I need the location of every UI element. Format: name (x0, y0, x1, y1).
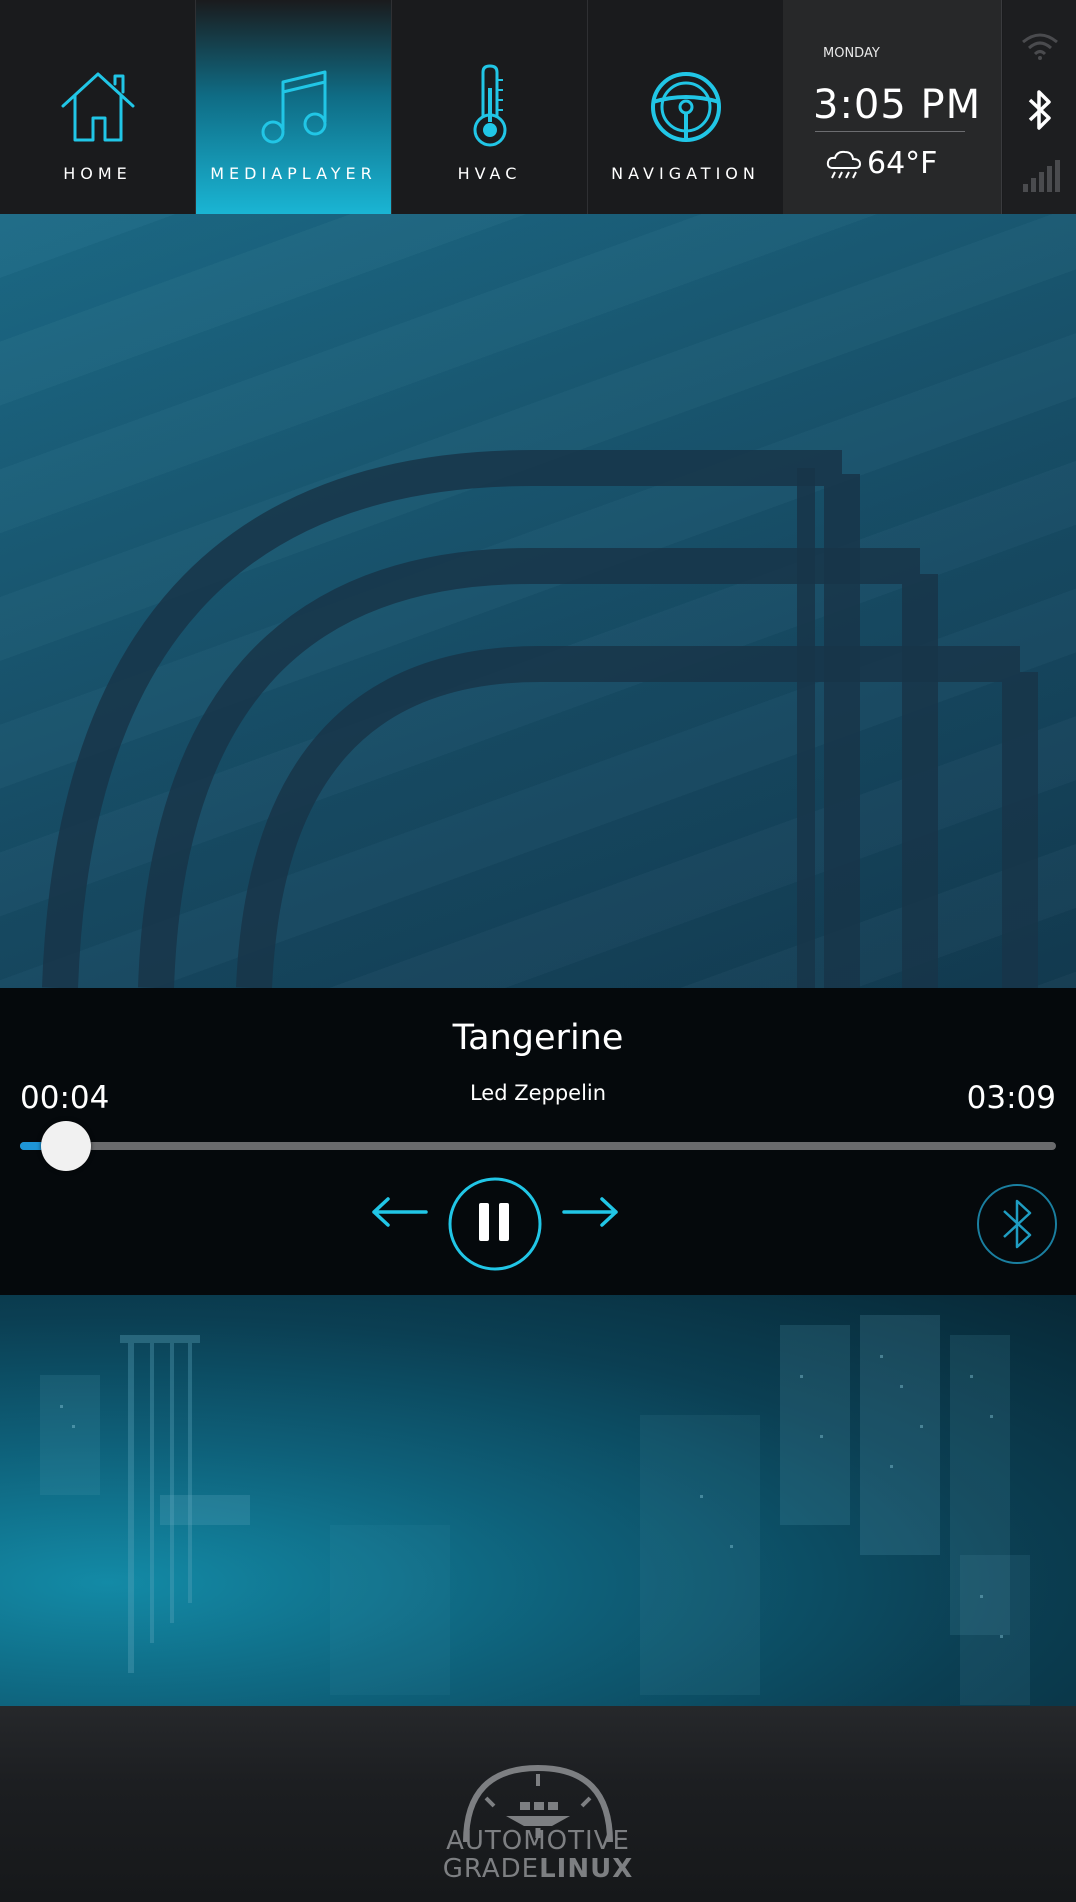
tab-navigation-label: NAVIGATION (611, 164, 760, 183)
clock: 3:05 PM (813, 82, 982, 128)
tab-navigation[interactable]: NAVIGATION (588, 0, 784, 214)
day-label: MONDAY (823, 46, 880, 61)
tab-mediaplayer-label: MEDIAPLAYER (210, 164, 377, 183)
track-artist: Led Zeppelin (469, 1081, 607, 1105)
album-logo-graphic (42, 450, 1038, 988)
steering-wheel-icon (650, 72, 721, 142)
tab-hvac[interactable]: HVAC (392, 0, 588, 214)
wifi-icon (1022, 33, 1058, 60)
clock-weather-panel: MONDAY 3:05 PM 64°F (783, 0, 1002, 214)
previous-button[interactable] (370, 1196, 430, 1228)
player-panel: Tangerine 00:04 Led Zeppelin 03:09 (0, 988, 1076, 1295)
divider (815, 131, 965, 132)
bluetooth-source-button[interactable] (976, 1183, 1058, 1265)
pause-button[interactable] (447, 1176, 543, 1272)
app-root: HOME MEDIAPLAYER HVAC NAVIGATION MONDAY … (0, 0, 1076, 1902)
logo-text-grade: GRADE (442, 1854, 540, 1884)
logo-text-line2: GRADELINUX (0, 1854, 1076, 1884)
rain-cloud-icon (826, 150, 862, 179)
bluetooth-icon[interactable] (1025, 88, 1055, 132)
city-skyline-graphic (40, 1315, 1030, 1705)
track-title: Tangerine (452, 1018, 624, 1058)
tab-mediaplayer[interactable]: MEDIAPLAYER (196, 0, 392, 214)
tab-hvac-label: HVAC (457, 164, 522, 183)
tab-home[interactable]: HOME (0, 0, 196, 214)
home-icon (61, 72, 134, 142)
music-note-icon (261, 70, 326, 144)
seek-handle[interactable] (40, 1121, 91, 1171)
seek-bar[interactable] (20, 1121, 1056, 1171)
logo-text-linux: LINUX (539, 1854, 634, 1884)
tab-home-label: HOME (63, 164, 132, 183)
pause-icon (479, 1203, 489, 1241)
temperature: 64°F (867, 146, 938, 181)
connectivity-panel (1003, 0, 1076, 214)
thermometer-icon (473, 64, 506, 147)
footer: AUTOMOTIVE GRADELINUX (0, 1706, 1076, 1902)
total-time: 03:09 (966, 1080, 1056, 1116)
logo-text-line1: AUTOMOTIVE (446, 1826, 630, 1856)
next-button[interactable] (560, 1196, 620, 1228)
bluetooth-icon (1003, 1199, 1032, 1249)
background-skyline (0, 1295, 1076, 1706)
album-art (0, 214, 1076, 988)
cellular-signal-icon (1023, 160, 1060, 192)
